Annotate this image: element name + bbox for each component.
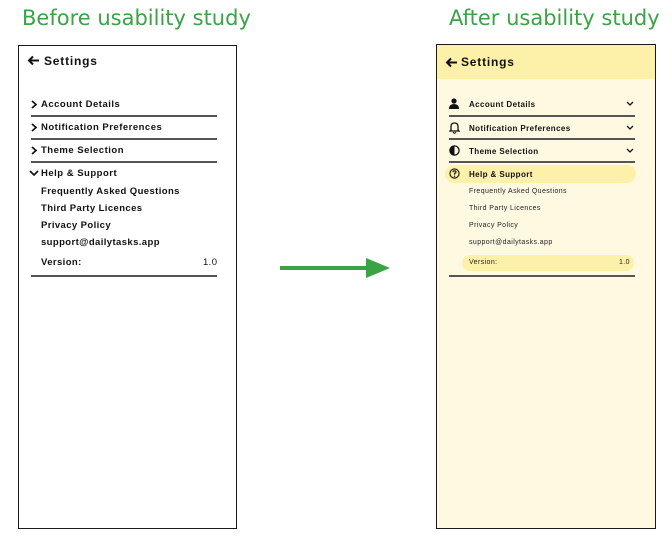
submenu-item-faq[interactable]: Frequently Asked Questions [469, 188, 567, 195]
divider [31, 115, 217, 117]
page-title: Settings [461, 55, 515, 69]
submenu-item-faq[interactable]: Frequently Asked Questions [41, 186, 180, 197]
back-arrow-icon[interactable] [445, 57, 458, 68]
menu-item-label: Theme Selection [41, 145, 124, 156]
person-icon [449, 98, 459, 109]
menu-item-label: Notification Preferences [469, 124, 571, 133]
back-arrow-icon[interactable] [27, 55, 40, 66]
divider [449, 138, 635, 140]
version-value: 1.0 [203, 257, 218, 268]
chevron-down-icon [29, 170, 39, 177]
submenu-item-licences[interactable]: Third Party Licences [469, 205, 541, 212]
menu-item-label: Help & Support [469, 170, 533, 179]
chevron-right-icon [31, 100, 37, 109]
submenu-item-support-email[interactable]: support@dailytasks.app [469, 239, 553, 246]
chevron-down-icon [626, 101, 634, 106]
version-label: Version: [41, 257, 82, 268]
page-title: Settings [44, 54, 98, 68]
submenu-item-licences[interactable]: Third Party Licences [41, 203, 142, 214]
version-value: 1.0 [619, 259, 630, 266]
chevron-right-icon [31, 146, 37, 155]
menu-item-label: Notification Preferences [41, 122, 163, 133]
divider [31, 275, 217, 277]
menu-item-label: Help & Support [41, 168, 118, 179]
after-caption: After usability study [449, 6, 660, 30]
submenu-item-privacy-policy[interactable]: Privacy Policy [41, 220, 111, 231]
bell-icon [449, 122, 460, 134]
before-settings-screen [18, 45, 237, 529]
arrow-right-icon [280, 258, 390, 278]
menu-item-label: Account Details [41, 99, 121, 110]
after-settings-screen [436, 44, 656, 529]
divider [449, 115, 635, 117]
chevron-down-icon [626, 125, 634, 130]
contrast-icon [449, 145, 460, 156]
menu-item-label: Account Details [469, 100, 536, 109]
help-circle-icon [449, 168, 460, 179]
divider [449, 275, 635, 277]
chevron-right-icon [31, 123, 37, 132]
chevron-down-icon [626, 148, 634, 153]
version-label: Version: [469, 259, 498, 266]
submenu-item-privacy-policy[interactable]: Privacy Policy [469, 222, 518, 229]
before-caption: Before usability study [22, 6, 251, 30]
menu-item-label: Theme Selection [469, 147, 539, 156]
divider [31, 138, 217, 140]
divider [449, 161, 635, 163]
divider [31, 161, 217, 163]
submenu-item-support-email[interactable]: support@dailytasks.app [41, 237, 160, 248]
